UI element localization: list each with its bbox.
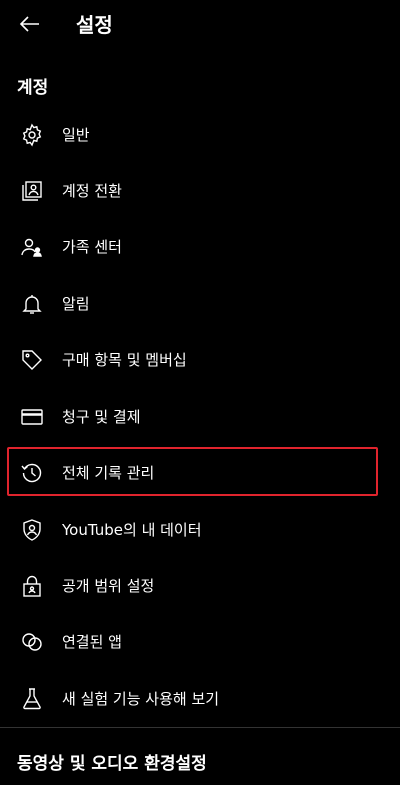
settings-item-connected-apps[interactable]: 연결된 앱 bbox=[0, 614, 400, 670]
family-icon bbox=[20, 235, 44, 259]
settings-item-general[interactable]: 일반 bbox=[0, 107, 400, 163]
arrow-left-icon bbox=[19, 16, 39, 32]
settings-item-label: 가족 센터 bbox=[62, 238, 122, 256]
back-button[interactable] bbox=[18, 12, 42, 36]
settings-item-label: 일반 bbox=[62, 126, 90, 144]
settings-item-your-data[interactable]: YouTube의 내 데이터 bbox=[0, 502, 400, 558]
credit-card-icon bbox=[20, 405, 44, 429]
settings-item-label: 새 실험 기능 사용해 보기 bbox=[62, 690, 220, 708]
settings-item-try-experimental[interactable]: 새 실험 기능 사용해 보기 bbox=[0, 671, 400, 727]
settings-item-privacy[interactable]: 공개 범위 설정 bbox=[0, 558, 400, 614]
gear-icon bbox=[20, 123, 44, 147]
shield-person-icon bbox=[20, 518, 44, 542]
settings-item-family-center[interactable]: 가족 센터 bbox=[0, 219, 400, 275]
bell-icon bbox=[20, 292, 44, 316]
settings-item-label: YouTube의 내 데이터 bbox=[62, 521, 202, 539]
linked-apps-icon bbox=[20, 630, 44, 654]
tag-icon bbox=[20, 348, 44, 372]
settings-item-label: 공개 범위 설정 bbox=[62, 577, 155, 595]
settings-item-history[interactable]: 전체 기록 관리 bbox=[0, 445, 400, 501]
settings-item-label: 청구 및 결제 bbox=[62, 408, 141, 426]
settings-item-purchases[interactable]: 구매 항목 및 멤버십 bbox=[0, 332, 400, 388]
settings-item-label: 전체 기록 관리 bbox=[62, 464, 155, 482]
lock-icon bbox=[20, 574, 44, 598]
history-icon bbox=[20, 461, 44, 485]
settings-item-notifications[interactable]: 알림 bbox=[0, 276, 400, 332]
section-divider bbox=[0, 727, 400, 728]
settings-item-billing[interactable]: 청구 및 결제 bbox=[0, 389, 400, 445]
switch-account-icon bbox=[20, 179, 44, 203]
settings-item-label: 알림 bbox=[62, 295, 90, 313]
section-title-account: 계정 bbox=[17, 78, 49, 98]
top-bar: 설정 bbox=[0, 0, 400, 52]
settings-item-label: 연결된 앱 bbox=[62, 633, 122, 651]
settings-item-label: 계정 전환 bbox=[62, 182, 122, 200]
section-title-video-audio: 동영상 및 오디오 환경설정 bbox=[17, 754, 207, 774]
settings-item-switch-account[interactable]: 계정 전환 bbox=[0, 163, 400, 219]
flask-icon bbox=[20, 687, 44, 711]
settings-item-label: 구매 항목 및 멤버십 bbox=[62, 351, 187, 369]
page-title: 설정 bbox=[76, 13, 113, 37]
